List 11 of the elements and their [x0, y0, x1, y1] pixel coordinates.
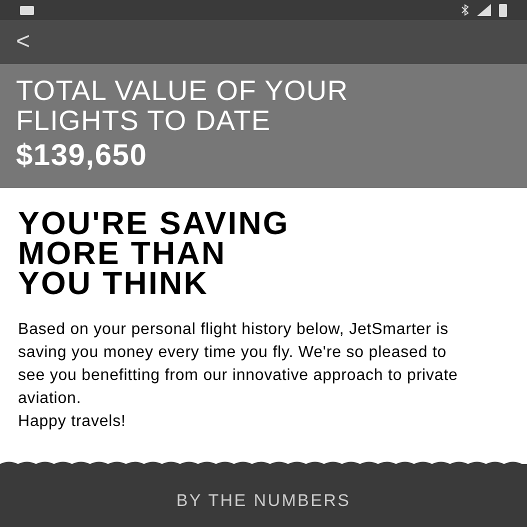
summary-value: $139,650 [16, 138, 148, 174]
bluetooth-icon [461, 4, 469, 16]
section-title: BY THE NUMBERS [176, 490, 351, 512]
sign-off-text: Happy travels! [18, 412, 127, 432]
battery-icon [499, 4, 507, 16]
back-button[interactable]: < [16, 30, 30, 54]
savings-text: Based on your personal flight history below, JetSmarter is saving you money every time you fly. We're so pleased to see you benefitting from our innovative approach to private aviation. [18, 320, 458, 409]
savings-heading: YOU'RE SAVING MORE THAN YOU THINK [18, 208, 290, 298]
summary-label: TOTAL VALUE OF YOUR FLIGHTS TO DATE [16, 76, 350, 136]
notification-icon [20, 6, 34, 14]
signal-icon [477, 4, 491, 16]
